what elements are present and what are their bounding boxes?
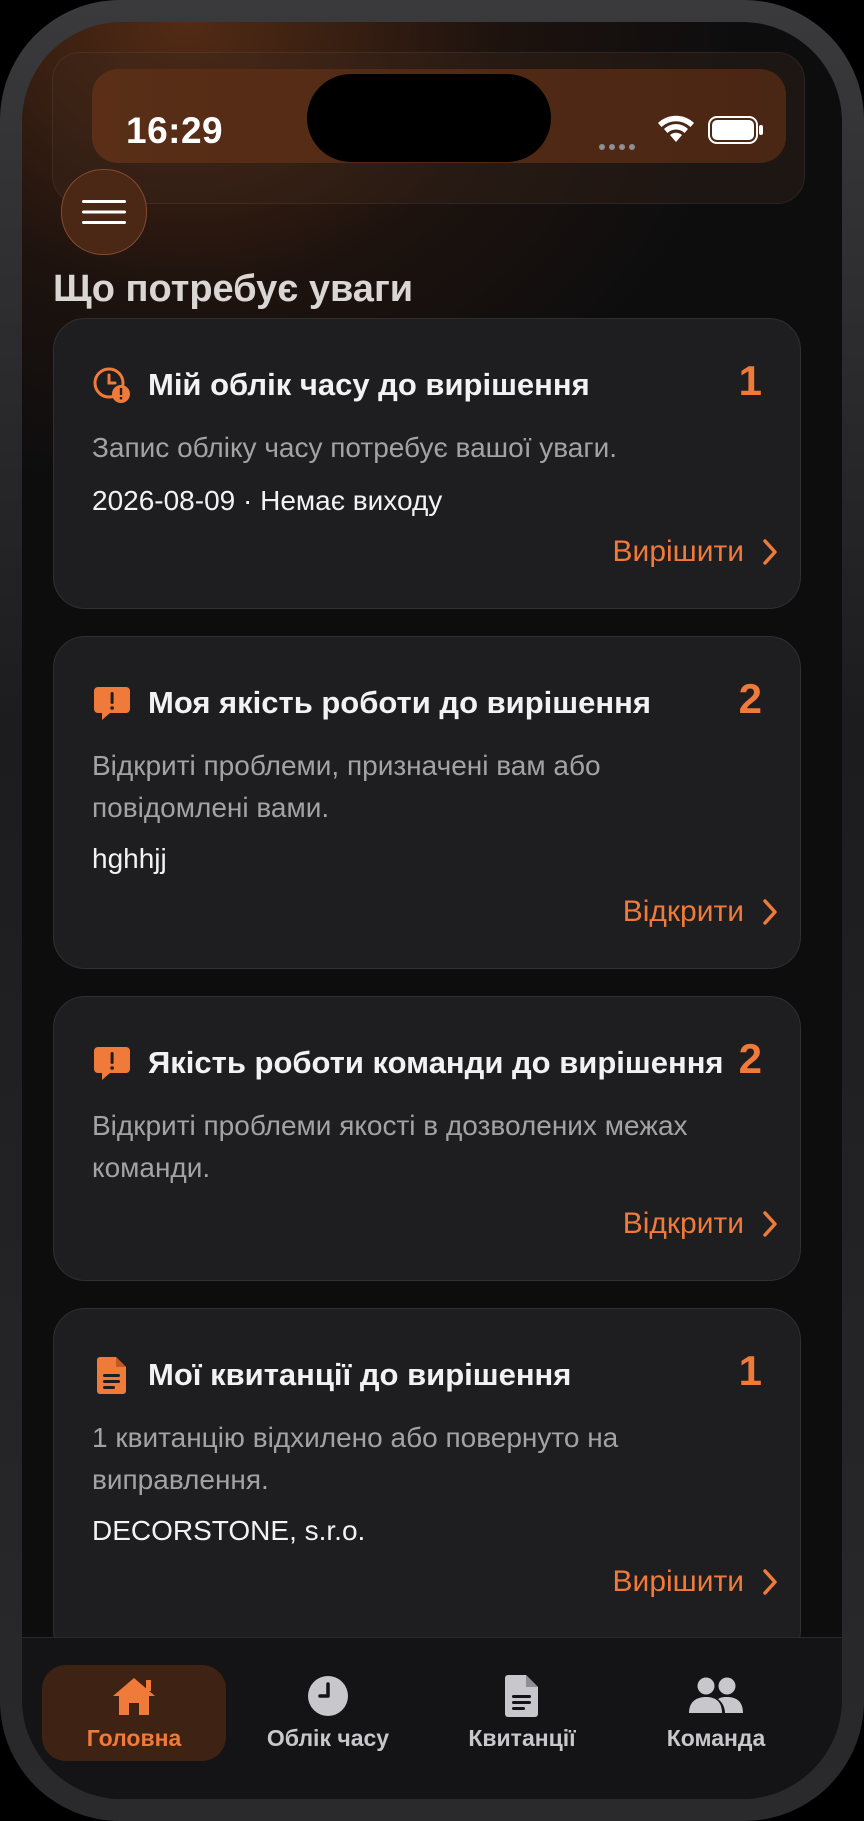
card-title: Мій облік часу до вирішення (148, 367, 590, 402)
phone-frame: 16:29 Що потребує уваги Мій облік часу д… (0, 0, 864, 1821)
card-description: Відкриті проблеми, призначені вам або по… (92, 750, 601, 823)
document-icon (92, 1355, 132, 1395)
message-alert-icon (92, 1043, 132, 1083)
document-icon (504, 1673, 540, 1719)
tab-receipts[interactable]: Квитанції (430, 1665, 614, 1761)
open-button[interactable]: Відкрити (623, 1207, 778, 1241)
card-count: 1 (738, 357, 762, 404)
action-label: Вирішити (612, 1565, 744, 1598)
tab-label: Головна (86, 1725, 182, 1751)
signal-icon (599, 137, 639, 155)
attention-card-team-quality[interactable]: Якість роботи команди до вирішення 2 Від… (53, 996, 801, 1281)
tab-bar: Головна Облік часу Квитанції Команда (22, 1637, 842, 1799)
card-description: Запис обліку часу потребує вашої уваги. (92, 432, 618, 463)
tab-label: Квитанції (468, 1725, 576, 1751)
card-count: 2 (738, 1035, 762, 1082)
action-label: Відкрити (622, 895, 744, 928)
card-description: Відкриті проблеми якості в дозволених ме… (92, 1110, 688, 1183)
tab-home[interactable]: Головна (42, 1665, 226, 1761)
action-label: Вирішити (612, 535, 744, 568)
card-count: 2 (738, 675, 762, 722)
tab-team[interactable]: Команда (624, 1665, 808, 1761)
resolve-button[interactable]: Вирішити (613, 535, 778, 569)
attention-card-receipts[interactable]: Мої квитанції до вирішення 1 1 квитанцію… (53, 1308, 801, 1662)
resolve-button[interactable]: Вирішити (613, 1565, 778, 1599)
card-meta: DECORSTONE, s.r.o. (92, 1515, 366, 1546)
clock-icon (307, 1673, 349, 1719)
team-icon (688, 1673, 744, 1719)
attention-card-time[interactable]: Мій облік часу до вирішення 1 Запис облі… (53, 318, 801, 609)
card-title: Якість роботи команди до вирішення (148, 1045, 724, 1080)
chevron-right-icon (763, 1569, 777, 1595)
attention-card-my-quality[interactable]: Моя якість роботи до вирішення 2 Відкрит… (53, 636, 801, 969)
section-title: Що потребує уваги (53, 268, 414, 310)
chevron-right-icon (763, 1211, 777, 1237)
screen: 16:29 Що потребує уваги Мій облік часу д… (22, 22, 842, 1799)
hamburger-icon (82, 200, 126, 224)
card-meta: hghhjj (92, 843, 167, 874)
battery-icon (708, 116, 763, 144)
card-description: 1 квитанцію відхилено або повернуто на в… (92, 1422, 619, 1495)
dynamic-island (307, 74, 551, 162)
message-alert-icon (92, 683, 132, 723)
status-time: 16:29 (126, 110, 224, 151)
card-count: 1 (738, 1347, 762, 1394)
card-meta: 2026-08-09 · Немає виходу (92, 485, 443, 516)
card-title: Моя якість роботи до вирішення (148, 685, 651, 720)
tab-time-tracking[interactable]: Облік часу (236, 1665, 420, 1761)
card-title: Мої квитанції до вирішення (148, 1357, 572, 1392)
action-label: Відкрити (622, 1207, 744, 1240)
clock-alert-icon (92, 365, 132, 405)
open-button[interactable]: Відкрити (623, 895, 778, 929)
wifi-icon (658, 115, 694, 142)
tab-label: Команда (666, 1725, 766, 1751)
chevron-right-icon (763, 539, 777, 565)
menu-button[interactable] (61, 169, 147, 255)
chevron-right-icon (763, 899, 777, 925)
tab-label: Облік часу (266, 1725, 390, 1751)
home-icon (110, 1673, 158, 1719)
